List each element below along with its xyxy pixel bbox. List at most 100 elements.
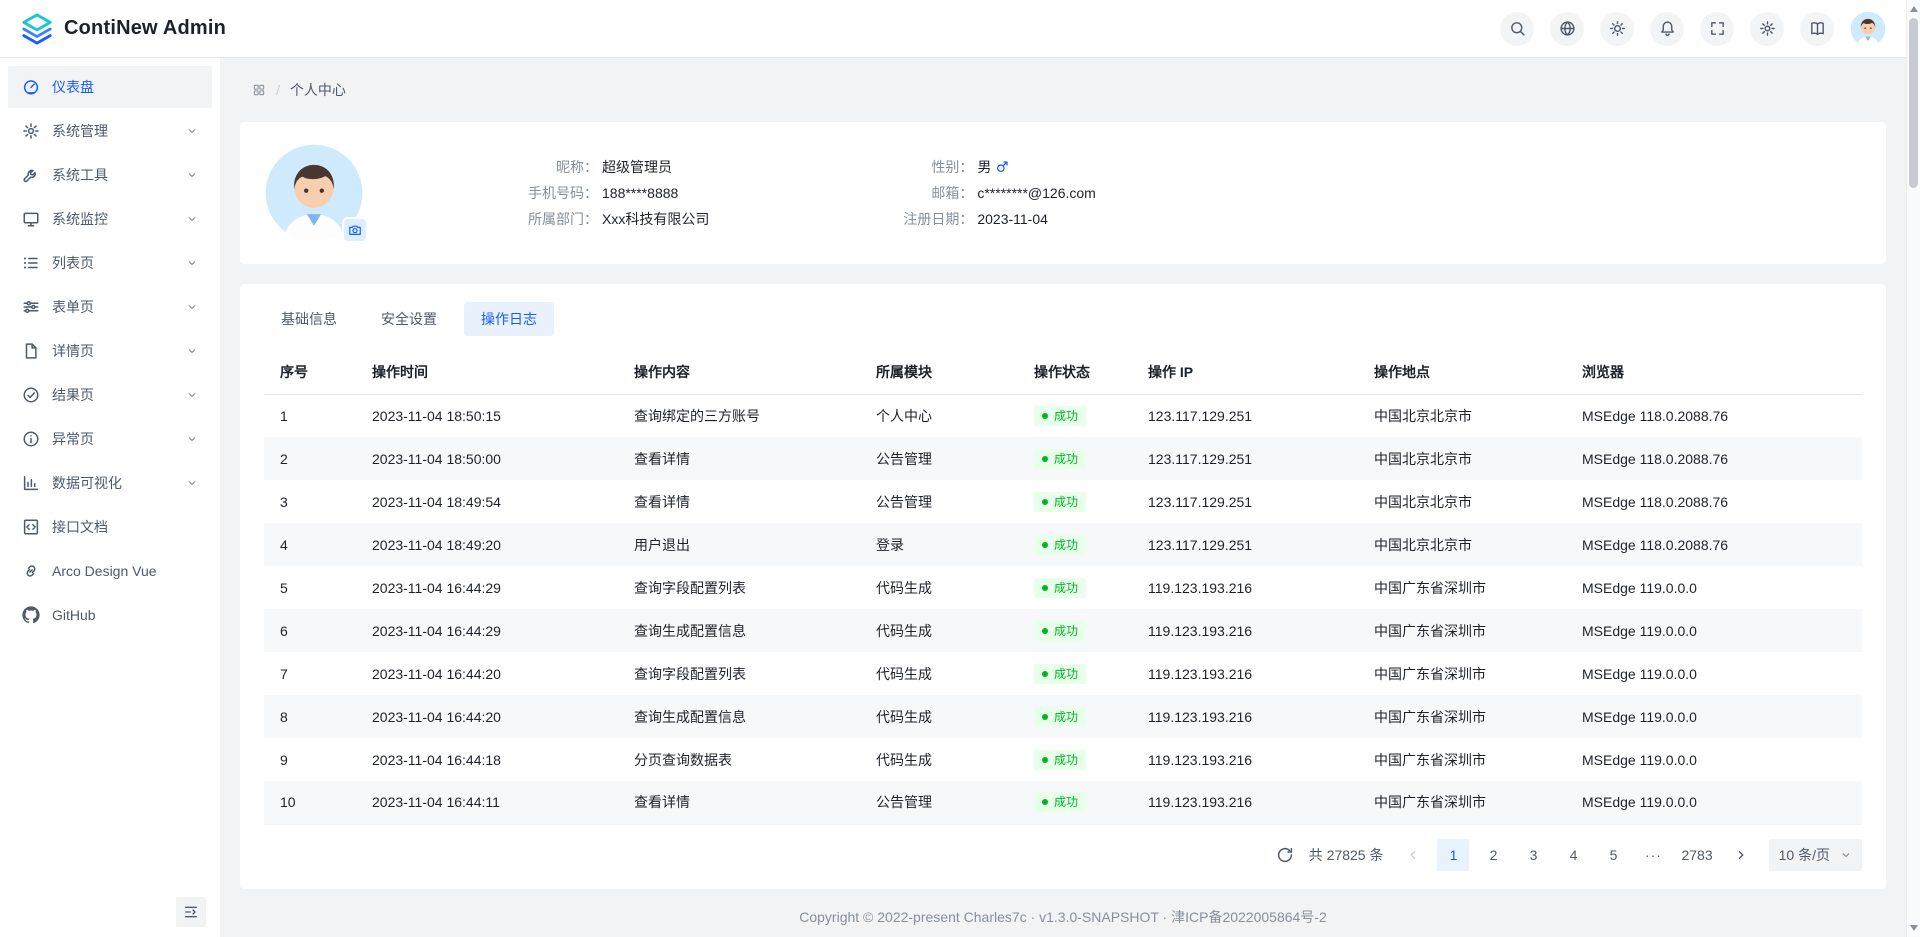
table-cell: 2023-11-04 16:44:20	[356, 695, 618, 738]
sidebar-item-label: Arco Design Vue	[52, 563, 198, 579]
search-button[interactable]	[1500, 12, 1534, 46]
app-logo-icon	[20, 12, 54, 46]
table-row: 92023-11-04 16:44:18分页查询数据表代码生成成功119.123…	[264, 738, 1862, 781]
field-value: 男	[977, 157, 1009, 177]
sidebar-item-label: 数据可视化	[52, 473, 174, 493]
refresh-icon	[1276, 846, 1294, 864]
table-cell: 7	[264, 652, 356, 695]
table-row: 72023-11-04 16:44:20查询字段配置列表代码生成成功119.12…	[264, 652, 1862, 695]
sidebar-item-system-tools[interactable]: 系统工具	[8, 154, 212, 196]
table-header-row: 序号操作时间操作内容所属模块操作状态操作 IP操作地点浏览器	[264, 350, 1862, 394]
profile-info: 昵称： 超级管理员 性别： 男 手机号码： 188****8888 邮箱： c	[494, 157, 1096, 229]
sidebar-item-exception-pages[interactable]: 异常页	[8, 418, 212, 460]
table-cell: 2023-11-04 16:44:11	[356, 781, 618, 824]
refresh-button[interactable]	[1271, 841, 1299, 869]
table-cell: 查看详情	[618, 781, 860, 824]
table-cell: 2023-11-04 16:44:18	[356, 738, 618, 781]
status-dot-icon	[1042, 799, 1048, 805]
copyright-text: Copyright © 2022-present Charles7c · v1.…	[799, 909, 1327, 925]
sidebar-item-label: 异常页	[52, 429, 174, 449]
settings-button[interactable]	[1750, 12, 1784, 46]
table-cell: 9	[264, 738, 356, 781]
table-row: 52023-11-04 16:44:29查询字段配置列表代码生成成功119.12…	[264, 566, 1862, 609]
page-size-select[interactable]: 10 条/页	[1769, 839, 1862, 871]
page-button-3[interactable]: 3	[1517, 839, 1549, 871]
theme-button[interactable]	[1600, 12, 1634, 46]
table-cell: 成功	[1018, 566, 1132, 609]
tab-basic-info[interactable]: 基础信息	[264, 302, 354, 336]
page-button-5[interactable]: 5	[1597, 839, 1629, 871]
info-circle-icon	[22, 430, 40, 448]
sidebar-item-system-monitor[interactable]: 系统监控	[8, 198, 212, 240]
user-avatar-button[interactable]	[1850, 11, 1886, 47]
column-header: 操作 IP	[1132, 350, 1358, 394]
table-cell: 中国广东省深圳市	[1358, 738, 1566, 781]
fullscreen-button[interactable]	[1700, 12, 1734, 46]
total-count: 共 27825 条	[1309, 845, 1384, 865]
chevron-down-icon	[1840, 849, 1852, 861]
table-cell: 1	[264, 394, 356, 437]
status-badge: 成功	[1034, 707, 1086, 727]
sidebar-item-form-pages[interactable]: 表单页	[8, 286, 212, 328]
status-dot-icon	[1042, 413, 1048, 419]
sidebar-item-label: 仪表盘	[52, 77, 198, 97]
change-avatar-button[interactable]	[342, 217, 368, 243]
sidebar-item-detail-pages[interactable]: 详情页	[8, 330, 212, 372]
table-cell: 成功	[1018, 609, 1132, 652]
table-cell: 2	[264, 437, 356, 480]
field-label: 昵称：	[494, 157, 598, 177]
table-body: 12023-11-04 18:50:15查询绑定的三方账号个人中心成功123.1…	[264, 394, 1862, 824]
sidebar-item-label: 接口文档	[52, 517, 198, 537]
log-card: 基础信息安全设置操作日志 序号操作时间操作内容所属模块操作状态操作 IP操作地点…	[240, 284, 1886, 889]
table-cell: 中国广东省深圳市	[1358, 566, 1566, 609]
notifications-button[interactable]	[1650, 12, 1684, 46]
table-cell: 代码生成	[860, 652, 1018, 695]
apps-grid-icon[interactable]	[252, 83, 266, 97]
logo-area[interactable]: ContiNew Admin	[20, 12, 226, 46]
page-button-4[interactable]: 4	[1557, 839, 1589, 871]
github-icon	[22, 606, 40, 624]
scrollbar-down-arrow-icon[interactable]	[1910, 925, 1918, 931]
app-root: ContiNew Admin 仪表盘系统管理系统工具系统监控列表页表单页详情页结…	[0, 0, 1920, 937]
vertical-scrollbar[interactable]	[1906, 0, 1920, 937]
sidebar-item-list-pages[interactable]: 列表页	[8, 242, 212, 284]
page-button-2[interactable]: 2	[1477, 839, 1509, 871]
chevron-down-icon	[186, 389, 198, 401]
sidebar: 仪表盘系统管理系统工具系统监控列表页表单页详情页结果页异常页数据可视化接口文档 A…	[0, 58, 220, 937]
table-cell: 2023-11-04 18:49:20	[356, 523, 618, 566]
sidebar-collapse-button[interactable]	[176, 897, 206, 927]
table-cell: 中国北京北京市	[1358, 523, 1566, 566]
next-page-button[interactable]	[1725, 839, 1757, 871]
table-row: 82023-11-04 16:44:20查询生成配置信息代码生成成功119.12…	[264, 695, 1862, 738]
sidebar-item-dashboard[interactable]: 仪表盘	[8, 66, 212, 108]
table-cell: 成功	[1018, 738, 1132, 781]
table-cell: 2023-11-04 16:44:20	[356, 652, 618, 695]
docs-button[interactable]	[1800, 12, 1834, 46]
sidebar-item-system-management[interactable]: 系统管理	[8, 110, 212, 152]
scrollbar-up-arrow-icon[interactable]	[1910, 6, 1918, 12]
table-cell: 公告管理	[860, 781, 1018, 824]
sidebar-item-result-pages[interactable]: 结果页	[8, 374, 212, 416]
status-badge: 成功	[1034, 664, 1086, 684]
monitor-icon	[22, 210, 40, 228]
table-cell: MSEdge 118.0.2088.76	[1566, 437, 1862, 480]
tab-security-settings[interactable]: 安全设置	[364, 302, 454, 336]
table-cell: 2023-11-04 18:50:15	[356, 394, 618, 437]
table-cell: 查看详情	[618, 480, 860, 523]
male-icon	[995, 160, 1009, 174]
sidebar-item-api-docs[interactable]: 接口文档	[8, 506, 212, 548]
status-dot-icon	[1042, 714, 1048, 720]
sidebar-item-github[interactable]: GitHub	[8, 594, 212, 636]
scrollbar-thumb[interactable]	[1909, 18, 1918, 188]
tab-operation-log[interactable]: 操作日志	[464, 302, 554, 336]
page-button-2783[interactable]: 2783	[1677, 839, 1716, 871]
prev-page-button[interactable]	[1397, 839, 1429, 871]
sidebar-item-data-visualization[interactable]: 数据可视化	[8, 462, 212, 504]
status-dot-icon	[1042, 757, 1048, 763]
page-button-1[interactable]: 1	[1437, 839, 1469, 871]
status-badge: 成功	[1034, 449, 1086, 469]
field-gender: 性别： 男	[869, 157, 1096, 177]
table-cell: 用户退出	[618, 523, 860, 566]
sidebar-item-arco-design-vue[interactable]: Arco Design Vue	[8, 550, 212, 592]
translate-button[interactable]	[1550, 12, 1584, 46]
